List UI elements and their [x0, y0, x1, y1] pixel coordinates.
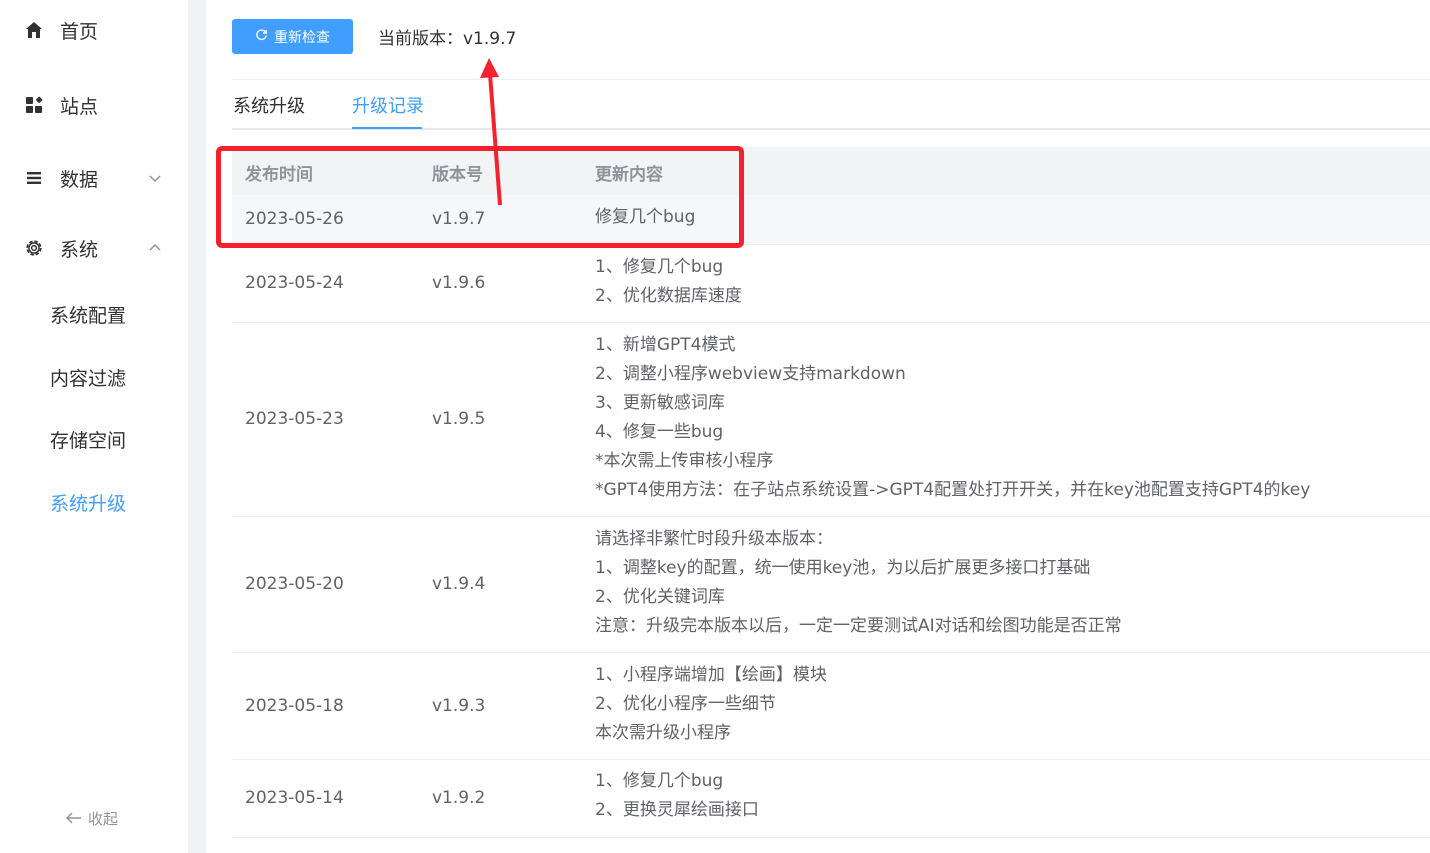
content-line: 1、新增GPT4模式 — [595, 335, 736, 355]
content-line: 2、调整小程序webview支持markdown — [595, 364, 906, 384]
content-line: 2、优化小程序一些细节 — [595, 694, 776, 714]
table-header: 发布时间 版本号 更新内容 — [232, 147, 1430, 195]
cell-content: 1、修复几个bug 2、更换灵犀绘画接口 — [595, 767, 759, 825]
recheck-label: 重新检查 — [274, 29, 330, 46]
table-row: 2023-05-23 v1.9.5 1、新增GPT4模式 2、调整小程序webview… — [232, 323, 1430, 517]
arrow-left-icon — [66, 810, 82, 828]
content-line: 本次需升级小程序 — [595, 723, 731, 743]
cell-content: 修复几个bug — [595, 203, 695, 232]
cell-date: 2023-05-18 — [245, 695, 344, 716]
table-row: 2023-05-18 v1.9.3 1、小程序端增加【绘画】模块 2、优化小程序一些细… — [232, 653, 1430, 760]
tab-system-upgrade[interactable]: 系统升级 — [233, 92, 305, 118]
tab-active-indicator — [352, 127, 422, 129]
sub-item-system-config[interactable]: 系统配置 — [0, 291, 188, 337]
nav-label-sites: 站点 — [60, 95, 99, 118]
upgrade-records-table: 发布时间 版本号 更新内容 2023-05-26 v1.9.7 修复几个bug 202… — [232, 147, 1430, 838]
cell-date: 2023-05-20 — [245, 574, 344, 594]
cell-date: 2023-05-23 — [245, 409, 344, 429]
nav-item-data[interactable]: 数据 — [0, 153, 188, 203]
table-row: 2023-05-20 v1.9.4 请选择非繁忙时段升级本版本： 1、调整key的配置… — [232, 517, 1430, 653]
content-line: *本次需上传审核小程序 — [595, 451, 774, 471]
header-release-date: 发布时间 — [245, 165, 313, 185]
current-version-text: 当前版本：v1.9.7 — [378, 29, 517, 49]
collapse-button[interactable]: 收起 — [66, 808, 118, 829]
content-line: 3、更新敏感词库 — [595, 393, 725, 413]
cell-content: 1、小程序端增加【绘画】模块 2、优化小程序一些细节 本次需升级小程序 — [595, 661, 827, 748]
content-line: 2、优化数据库速度 — [595, 286, 742, 306]
cell-version: v1.9.5 — [432, 409, 486, 429]
sidebar: 首页 站点 数据 系统 系统配置 内容过滤 存储空间 系统升级 收起 — [0, 0, 188, 853]
refresh-icon — [255, 28, 268, 45]
cell-content: 1、新增GPT4模式 2、调整小程序webview支持markdown 3、更新敏感… — [595, 331, 1310, 505]
nav-label-system: 系统 — [60, 238, 99, 261]
grid-icon — [24, 95, 44, 115]
content-line: 修复几个bug — [595, 207, 696, 227]
main-content: 重新检查 当前版本：v1.9.7 系统升级 升级记录 发布时间 版本号 更新内容… — [206, 0, 1430, 853]
recheck-button[interactable]: 重新检查 — [232, 19, 353, 54]
table-body: 2023-05-26 v1.9.7 修复几个bug 2023-05-24 v1.9.6 1… — [232, 195, 1430, 838]
content-line: 请选择非繁忙时段升级本版本： — [595, 529, 833, 549]
cell-content: 请选择非繁忙时段升级本版本： 1、调整key的配置，统一使用key池，为以后扩展更… — [595, 525, 1122, 641]
cell-date: 2023-05-26 — [245, 209, 344, 229]
sub-item-system-upgrade[interactable]: 系统升级 — [0, 479, 188, 525]
content-line: 1、修复几个bug — [595, 257, 724, 277]
nav-item-home[interactable]: 首页 — [0, 5, 188, 55]
header-content: 更新内容 — [595, 165, 663, 185]
sub-label-system-upgrade: 系统升级 — [50, 492, 127, 515]
cell-version: v1.9.6 — [432, 273, 486, 293]
cell-version: v1.9.2 — [432, 788, 486, 808]
sub-item-content-filter[interactable]: 内容过滤 — [0, 354, 188, 400]
content-line: 1、小程序端增加【绘画】模块 — [595, 665, 827, 685]
home-icon — [24, 20, 44, 40]
gear-icon — [24, 238, 44, 258]
cell-version: v1.9.7 — [432, 209, 486, 229]
chevron-down-icon — [148, 171, 162, 185]
cell-content: 1、修复几个bug 2、优化数据库速度 — [595, 253, 742, 311]
table-row: 2023-05-24 v1.9.6 1、修复几个bug 2、优化数据库速度 — [232, 245, 1430, 323]
tab-bar: 系统升级 升级记录 — [232, 80, 1430, 130]
sub-label-system-config: 系统配置 — [50, 304, 127, 327]
content-line: *GPT4使用方法：在子站点系统设置->GPT4配置处打开开关，并在key池配置… — [595, 480, 1311, 500]
cell-version: v1.9.4 — [432, 574, 486, 594]
nav-item-sites[interactable]: 站点 — [0, 80, 188, 130]
sub-item-storage[interactable]: 存储空间 — [0, 416, 188, 462]
header-version: 版本号 — [432, 165, 483, 185]
cell-date: 2023-05-14 — [245, 788, 344, 808]
chevron-up-icon — [148, 241, 162, 255]
content-line: 1、调整key的配置，统一使用key池，为以后扩展更多接口打基础 — [595, 558, 1091, 578]
top-bar: 重新检查 当前版本：v1.9.7 — [232, 19, 516, 54]
cell-version: v1.9.3 — [432, 695, 486, 716]
content-line: 1、修复几个bug — [595, 771, 724, 791]
layout-gutter — [188, 0, 206, 853]
table-row: 2023-05-26 v1.9.7 修复几个bug — [232, 195, 1430, 245]
cell-date: 2023-05-24 — [245, 273, 344, 293]
content-line: 2、优化关键词库 — [595, 587, 725, 607]
sub-label-storage: 存储空间 — [50, 429, 127, 452]
content-line: 注意：升级完本版本以后，一定一定要测试AI对话和绘图功能是否正常 — [595, 616, 1122, 636]
nav-label-data: 数据 — [60, 168, 99, 191]
tab-upgrade-records[interactable]: 升级记录 — [352, 92, 424, 118]
nav-item-system[interactable]: 系统 — [0, 223, 188, 273]
list-icon — [24, 168, 44, 188]
table-row: 2023-05-14 v1.9.2 1、修复几个bug 2、更换灵犀绘画接口 — [232, 760, 1430, 838]
content-line: 4、修复一些bug — [595, 422, 724, 442]
nav-label-home: 首页 — [60, 20, 99, 43]
collapse-label: 收起 — [88, 810, 119, 828]
sub-label-content-filter: 内容过滤 — [50, 367, 127, 390]
content-line: 2、更换灵犀绘画接口 — [595, 800, 759, 820]
